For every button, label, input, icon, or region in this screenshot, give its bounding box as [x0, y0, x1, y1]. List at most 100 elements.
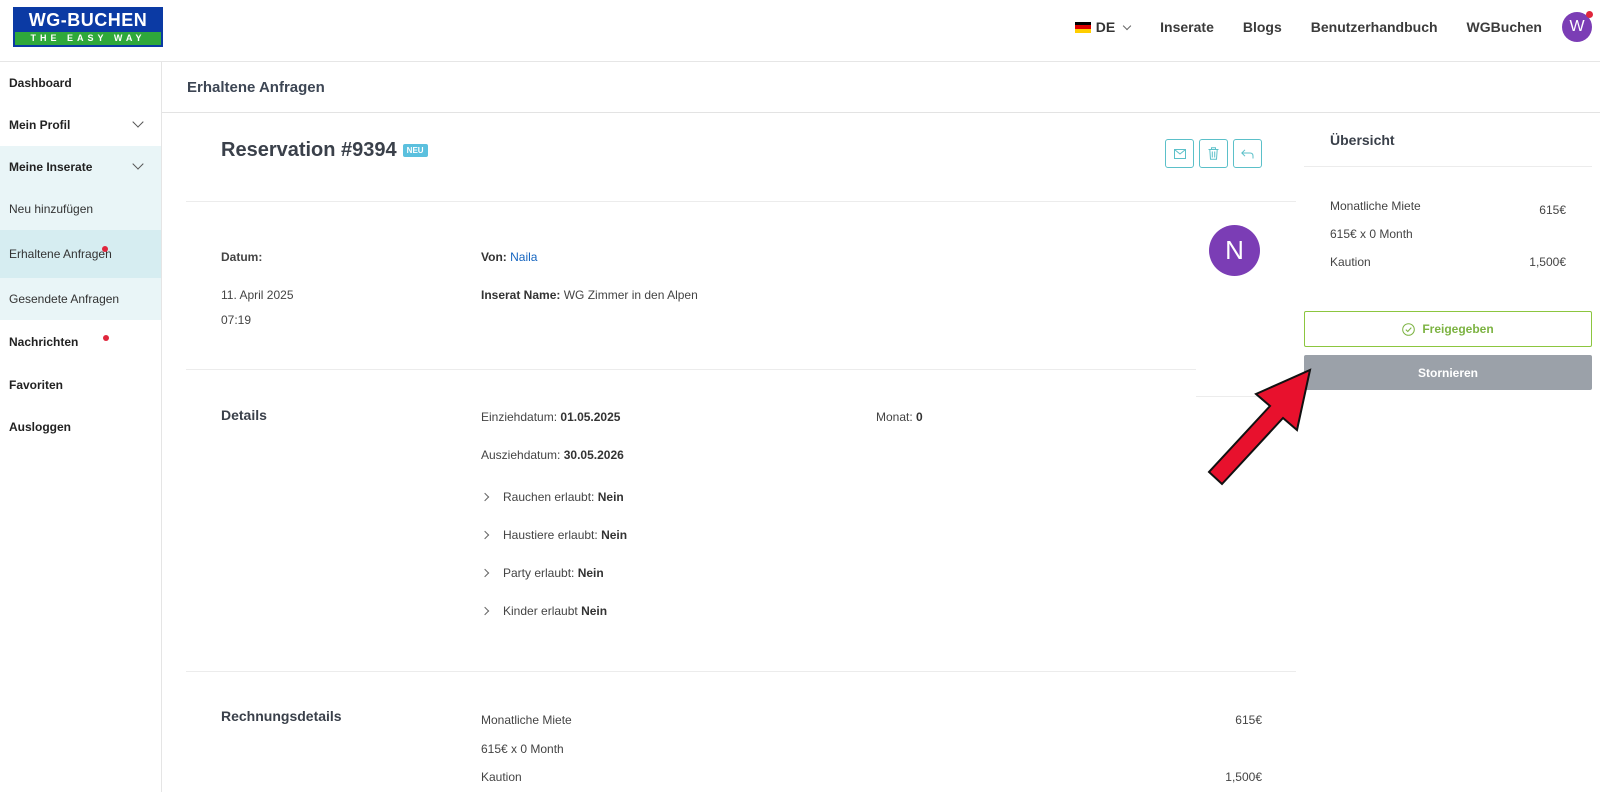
invoice-deposit-label: Kaution: [481, 770, 522, 784]
rule-pets[interactable]: Haustiere erlaubt: Nein: [480, 528, 628, 542]
move-out-label: Ausziehdatum:: [481, 448, 561, 462]
user-avatar[interactable]: W: [1562, 11, 1593, 42]
move-in-label: Einziehdatum:: [481, 410, 558, 424]
rule-value: Nein: [601, 528, 628, 542]
sidebar-item-label: Meine Inserate: [9, 160, 93, 174]
overview-deposit-value: 1,500€: [1529, 255, 1566, 269]
month-label: Monat:: [876, 410, 913, 424]
main-nav: DE Inserate Blogs Benutzerhandbuch WGBuc…: [1074, 0, 1600, 54]
chevron-right-icon: [480, 568, 490, 578]
listing-label: Inserat Name:: [481, 288, 561, 302]
reservation-info: Datum: 11. April 2025 07:19 Von: Naila I…: [186, 202, 1196, 370]
delete-button[interactable]: [1199, 139, 1228, 168]
wg-buchen-logo[interactable]: WG-BUCHEN THE EASY WAY: [13, 7, 163, 47]
approved-button[interactable]: Freigegeben: [1304, 311, 1592, 347]
rule-smoking[interactable]: Rauchen erlaubt: Nein: [480, 490, 624, 504]
overview-calc: 615€ x 0 Month: [1330, 227, 1413, 241]
invoice-deposit-value: 1,500€: [1225, 770, 1262, 784]
sidebar-item-label: Gesendete Anfragen: [9, 292, 120, 306]
new-badge: NEU: [402, 144, 428, 157]
rule-value: Nein: [581, 604, 608, 618]
requester-avatar[interactable]: N: [1209, 225, 1260, 276]
requester-initial: N: [1225, 235, 1244, 265]
logo-tagline: THE EASY WAY: [15, 32, 161, 45]
language-label: DE: [1095, 19, 1116, 35]
sidebar-item-label: Dashboard: [9, 76, 72, 90]
from-row: Von: Naila: [481, 250, 537, 264]
reply-button[interactable]: [1233, 139, 1262, 168]
email-button[interactable]: [1165, 139, 1194, 168]
from-label: Von:: [481, 250, 507, 264]
overview-panel: Übersicht Monatliche Miete 615€ 615€ x 0…: [1304, 114, 1592, 390]
reservation-title: Reservation #9394: [221, 139, 397, 161]
user-initial: W: [1569, 18, 1585, 35]
nav-wgbuchen[interactable]: WGBuchen: [1467, 19, 1542, 35]
sidebar-item-label: Mein Profil: [9, 118, 71, 132]
invoice-title: Rechnungsdetails: [221, 708, 342, 724]
language-selector[interactable]: DE: [1074, 19, 1132, 35]
listing-row: Inserat Name: WG Zimmer in den Alpen: [481, 288, 698, 302]
notification-dot: [1586, 11, 1593, 18]
sidebar-item-neu-hinzufuegen[interactable]: Neu hinzufügen: [0, 188, 161, 230]
overview-rent-row: Monatliche Miete 615€: [1330, 199, 1566, 217]
sidebar-item-gesendete-anfragen[interactable]: Gesendete Anfragen: [0, 278, 161, 320]
invoice-calc: 615€ x 0 Month: [481, 742, 564, 756]
reservation-card: Reservation #9394 NEU Datum: 11. April 2…: [186, 114, 1296, 792]
rule-value: Nein: [577, 566, 604, 580]
rule-label: Rauchen erlaubt:: [503, 490, 595, 504]
sidebar-item-label: Erhaltene Anfragen: [9, 247, 112, 261]
mail-icon: [1173, 148, 1186, 159]
sidebar-item-ausloggen[interactable]: Ausloggen: [0, 406, 161, 448]
nav-blogs[interactable]: Blogs: [1243, 19, 1282, 35]
notification-dot: [102, 246, 108, 252]
nav-benutzerhandbuch[interactable]: Benutzerhandbuch: [1311, 19, 1438, 35]
details-section: Details Einziehdatum: 01.05.2025 Monat: …: [186, 370, 1296, 672]
sidebar-item-favoriten[interactable]: Favoriten: [0, 364, 161, 406]
reservation-date: 11. April 2025: [221, 288, 294, 302]
details-title: Details: [221, 407, 267, 423]
invoice-rent-value: 615€: [1235, 713, 1262, 727]
invoice-rent-label: Monatliche Miete: [481, 713, 572, 727]
overview-deposit-label: Kaution: [1330, 255, 1371, 269]
overview-rent-label: Monatliche Miete: [1330, 199, 1421, 213]
reservation-time: 07:19: [221, 313, 252, 327]
overview-deposit-row: Kaution 1,500€: [1330, 255, 1566, 269]
trash-icon: [1208, 147, 1219, 160]
sidebar-item-label: Neu hinzufügen: [9, 202, 94, 216]
chevron-right-icon: [480, 530, 490, 540]
rule-label: Haustiere erlaubt:: [503, 528, 598, 542]
cancel-button[interactable]: Stornieren: [1304, 355, 1592, 390]
date-label: Datum:: [221, 250, 263, 264]
approved-label: Freigegeben: [1422, 322, 1494, 336]
rule-value: Nein: [597, 490, 624, 504]
sidebar-item-meine-inserate[interactable]: Meine Inserate: [0, 146, 161, 188]
rule-label: Kinder erlaubt: [503, 604, 578, 618]
notification-dot: [103, 335, 109, 341]
invoice-section: Rechnungsdetails Monatliche Miete 615€ 6…: [186, 672, 1296, 792]
reservation-actions: [1160, 139, 1262, 168]
rule-label: Party erlaubt:: [503, 566, 575, 580]
overview-rent-value: 615€: [1539, 203, 1566, 217]
nav-inserate[interactable]: Inserate: [1160, 19, 1214, 35]
sidebar-item-erhaltene-anfragen[interactable]: Erhaltene Anfragen: [0, 230, 161, 278]
month-value: 0: [916, 410, 923, 424]
check-circle-icon: [1402, 322, 1416, 336]
chevron-down-icon: [132, 116, 144, 128]
sidebar-item-label: Favoriten: [9, 378, 64, 392]
sidebar: Dashboard Mein Profil Meine Inserate Neu…: [0, 62, 162, 792]
sidebar-item-dashboard[interactable]: Dashboard: [0, 62, 161, 104]
move-in-row: Einziehdatum: 01.05.2025: [481, 410, 620, 424]
page-title: Erhaltene Anfragen: [162, 62, 1600, 113]
red-arrow-annotation: [1207, 368, 1312, 486]
chevron-right-icon: [480, 606, 490, 616]
main-content: Erhaltene Anfragen Reservation #9394 NEU: [162, 62, 1600, 792]
sidebar-item-nachrichten[interactable]: Nachrichten: [0, 320, 161, 364]
sidebar-item-mein-profil[interactable]: Mein Profil: [0, 104, 161, 146]
logo-title: WG-BUCHEN: [28, 10, 148, 30]
move-out-row: Ausziehdatum: 30.05.2026: [481, 448, 624, 462]
rule-party[interactable]: Party erlaubt: Nein: [480, 566, 604, 580]
reservation-title-row: Reservation #9394 NEU: [221, 139, 428, 162]
from-name-link[interactable]: Naila: [510, 250, 537, 264]
reply-icon: [1241, 148, 1254, 158]
rule-children[interactable]: Kinder erlaubt Nein: [480, 604, 608, 618]
